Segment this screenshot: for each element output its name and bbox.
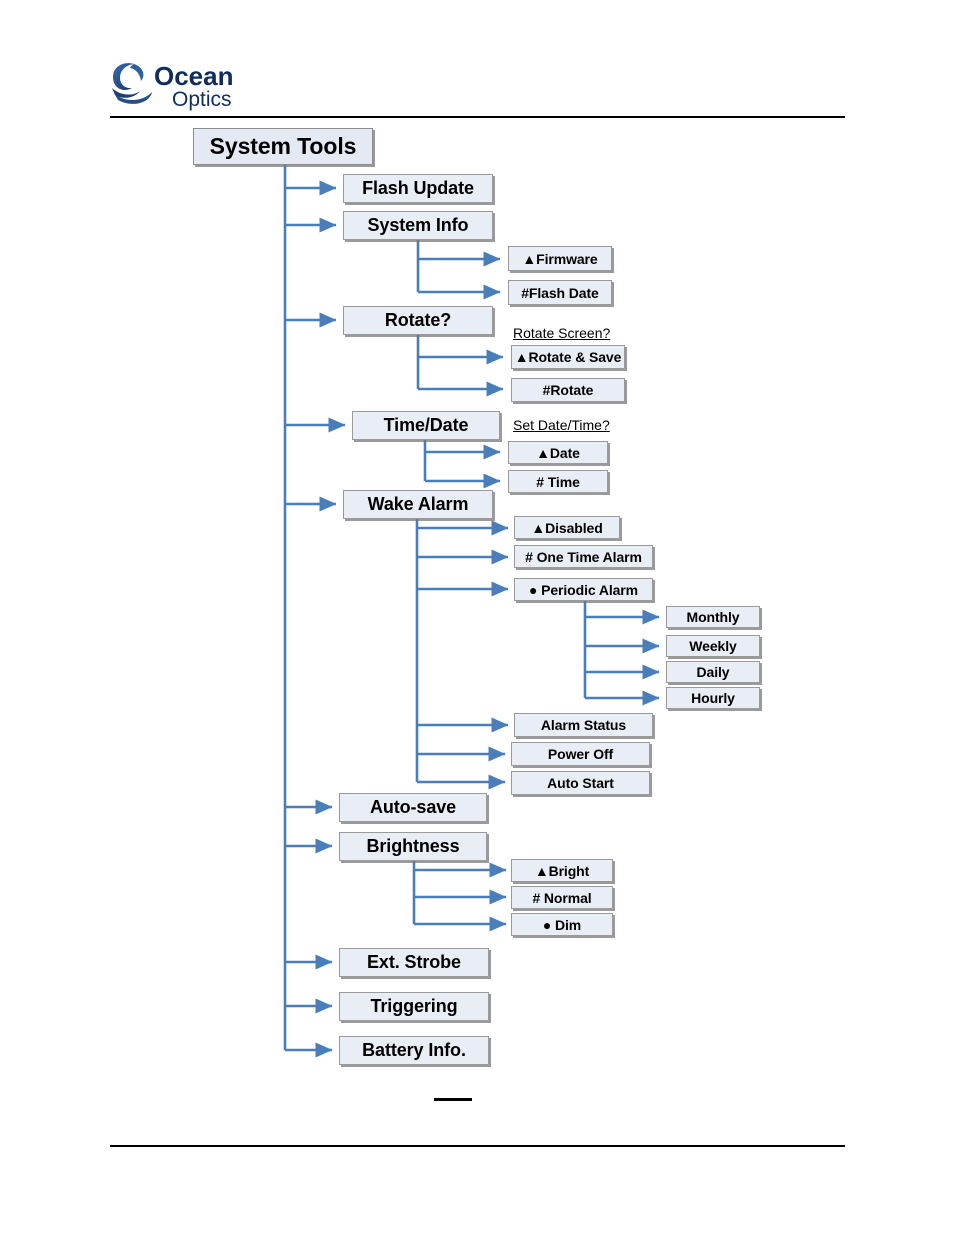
node-alarm-status[interactable]: Alarm Status xyxy=(514,713,653,737)
node-disabled[interactable]: ▲Disabled xyxy=(514,516,620,539)
node-label: ▲Disabled xyxy=(531,519,603,536)
node-normal[interactable]: # Normal xyxy=(511,886,613,909)
node-auto-start[interactable]: Auto Start xyxy=(511,771,650,795)
node-label: Auto Start xyxy=(547,775,614,791)
footer-divider xyxy=(110,1145,845,1147)
node-weekly[interactable]: Weekly xyxy=(666,635,760,657)
node-flash-update[interactable]: Flash Update xyxy=(343,174,493,203)
node-rotate-and-save[interactable]: ▲Rotate & Save xyxy=(511,345,625,369)
node-wake-alarm[interactable]: Wake Alarm xyxy=(343,490,493,519)
node-time-date[interactable]: Time/Date xyxy=(352,411,500,440)
node-date[interactable]: ▲Date xyxy=(508,441,608,464)
node-label: ● Dim xyxy=(542,916,582,933)
node-label: ▲Rotate & Save xyxy=(514,349,622,365)
page-number-mark xyxy=(434,1098,472,1101)
node-label: # One Time Alarm xyxy=(525,548,642,565)
node-periodic-alarm[interactable]: ● Periodic Alarm xyxy=(514,578,653,601)
document-page: Ocean Optics System Tools Flash Update S… xyxy=(0,0,954,1235)
node-triggering[interactable]: Triggering xyxy=(339,992,489,1021)
node-label: Wake Alarm xyxy=(367,494,469,514)
node-monthly[interactable]: Monthly xyxy=(666,606,760,628)
node-label: Ext. Strobe xyxy=(367,952,461,972)
node-power-off[interactable]: Power Off xyxy=(511,742,650,766)
node-bright[interactable]: ▲Bright xyxy=(511,859,613,882)
node-label: Weekly xyxy=(689,638,737,654)
node-label: Auto-save xyxy=(369,797,457,817)
node-label: # Time xyxy=(536,473,580,490)
node-label: ▲Firmware xyxy=(522,250,598,267)
node-label: Triggering xyxy=(370,996,458,1016)
node-firmware[interactable]: ▲Firmware xyxy=(508,246,612,271)
node-label: #Flash Date xyxy=(521,284,599,301)
node-rotate[interactable]: Rotate? xyxy=(343,306,493,335)
node-hourly[interactable]: Hourly xyxy=(666,687,760,709)
node-dim[interactable]: ● Dim xyxy=(511,913,613,936)
node-battery-info[interactable]: Battery Info. xyxy=(339,1036,489,1065)
node-daily[interactable]: Daily xyxy=(666,661,760,683)
node-label: Power Off xyxy=(547,746,614,762)
node-label: ▲Bright xyxy=(534,862,590,879)
node-label: ● Periodic Alarm xyxy=(528,581,639,598)
node-label: #Rotate xyxy=(542,382,594,398)
node-rotate-only[interactable]: #Rotate xyxy=(511,378,625,402)
node-ext-strobe[interactable]: Ext. Strobe xyxy=(339,948,489,977)
ocean-optics-logo: Ocean Optics xyxy=(110,60,280,112)
node-label: Hourly xyxy=(691,690,735,706)
node-label: Time/Date xyxy=(383,415,469,435)
svg-text:Ocean: Ocean xyxy=(154,61,234,91)
ocean-optics-swirl-icon: Ocean Optics xyxy=(112,61,234,111)
node-label: Monthly xyxy=(686,609,740,625)
node-time[interactable]: # Time xyxy=(508,470,608,493)
node-brightness[interactable]: Brightness xyxy=(339,832,487,861)
node-label: System Info xyxy=(367,215,469,235)
node-label: Daily xyxy=(696,664,730,680)
caption-rotate-screen: Rotate Screen? xyxy=(513,325,611,341)
node-label: System Tools xyxy=(209,133,357,159)
node-label: Battery Info. xyxy=(362,1040,466,1060)
node-system-info[interactable]: System Info xyxy=(343,211,493,240)
caption-set-date-time: Set Date/Time? xyxy=(513,417,610,433)
node-label: Brightness xyxy=(366,836,460,856)
svg-text:Optics: Optics xyxy=(172,88,232,111)
node-flash-date[interactable]: #Flash Date xyxy=(508,280,612,305)
node-label: Rotate? xyxy=(384,310,452,330)
node-label: # Normal xyxy=(532,889,592,906)
node-one-time-alarm[interactable]: # One Time Alarm xyxy=(514,545,653,568)
node-auto-save[interactable]: Auto-save xyxy=(339,793,487,822)
node-label: Alarm Status xyxy=(540,717,627,733)
node-label: Flash Update xyxy=(362,178,474,198)
node-system-tools[interactable]: System Tools xyxy=(193,128,373,165)
header-divider xyxy=(110,116,845,118)
node-label: ▲Date xyxy=(536,444,580,461)
